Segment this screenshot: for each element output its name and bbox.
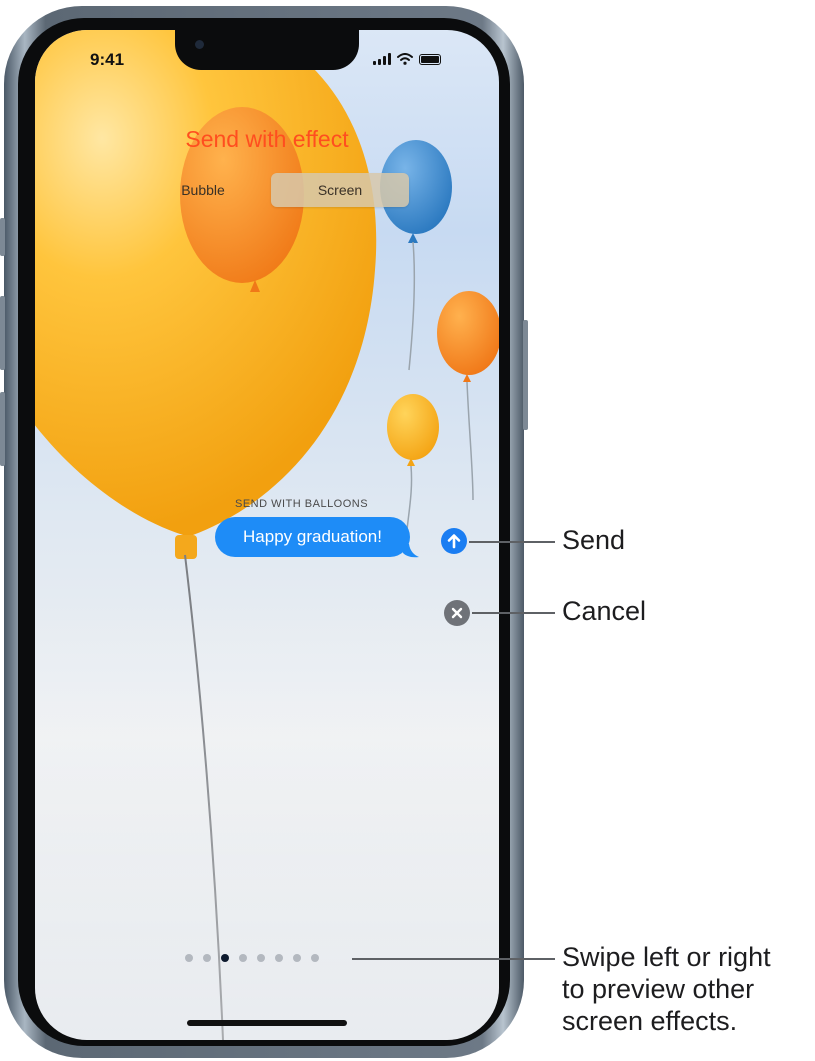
cancel-callout-line [472, 612, 555, 614]
home-indicator[interactable] [187, 1020, 347, 1026]
large-yellow-balloon [35, 30, 377, 535]
page-dot [311, 954, 319, 962]
tab-screen[interactable]: Screen [271, 173, 409, 207]
send-button[interactable] [441, 528, 467, 554]
swipe-callout-line-1: Swipe left or right [562, 942, 771, 972]
status-icons [373, 53, 441, 65]
cellular-signal-icon [373, 53, 391, 65]
effect-name-caption: SEND WITH BALLOONS [235, 498, 369, 510]
swipe-callout-line-3: screen effects. [562, 1006, 738, 1036]
cancel-button[interactable] [444, 600, 470, 626]
wifi-icon [397, 53, 413, 65]
send-callout: Send [562, 525, 626, 555]
message-bubble: Happy graduation! [215, 517, 410, 557]
phone-screen[interactable]: 9:41 Send with effect Bubble Screen SEND… [35, 30, 499, 1040]
blue-balloon-string [408, 241, 416, 371]
notch [175, 30, 359, 70]
page-dot-active [221, 954, 229, 962]
effect-picker-title: Send with effect [185, 126, 349, 152]
page-dot [239, 954, 247, 962]
page-dot [257, 954, 265, 962]
page-dot [185, 954, 193, 962]
orange-balloon-string [466, 381, 474, 501]
swipe-callout-line [352, 958, 555, 960]
effect-type-segmented-control: Bubble Screen [135, 173, 409, 207]
cancel-callout: Cancel [562, 596, 647, 626]
status-time: 9:41 [90, 50, 125, 69]
page-dot [293, 954, 301, 962]
swipe-callout: Swipe left or right to preview other scr… [562, 941, 771, 1037]
tab-bubble[interactable]: Bubble [135, 173, 271, 207]
xmark-icon [451, 607, 463, 619]
effect-page-indicator[interactable] [185, 954, 319, 962]
front-camera [195, 40, 204, 49]
message-bubble-tail [401, 544, 419, 558]
arrow-up-icon [447, 534, 461, 549]
page-dot [203, 954, 211, 962]
orange-balloon-right [437, 291, 499, 375]
battery-icon [419, 54, 441, 65]
yellow-balloon-small [387, 394, 439, 460]
swipe-callout-line-2: to preview other [562, 974, 755, 1004]
send-callout-line [469, 541, 555, 543]
page-dot [275, 954, 283, 962]
